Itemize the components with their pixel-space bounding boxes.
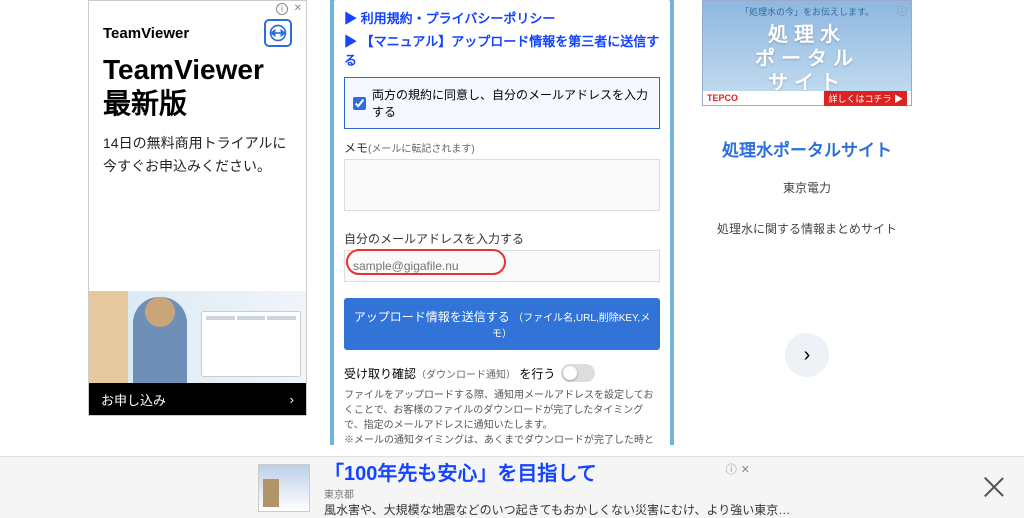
ad-right-column: ⓘ 「処理水の今」をお伝えします。 処理水 ポータル サイト TEPCO 詳しく… <box>702 0 912 416</box>
consent-label: 両方の規約に同意し、自分のメールアドレスを入力する <box>372 86 651 120</box>
ad-dismiss-icon[interactable]: ✕ <box>741 463 750 476</box>
teamviewer-logo-icon <box>264 19 292 47</box>
tepco-logo: TEPCO <box>707 93 738 103</box>
ad-close-icon[interactable]: ✕ <box>294 3 302 14</box>
consent-checkbox[interactable] <box>353 97 366 110</box>
ad-illustration <box>89 291 306 383</box>
consent-checkbox-row[interactable]: 両方の規約に同意し、自分のメールアドレスを入力する <box>344 77 660 129</box>
ad-right-hero[interactable]: ⓘ 「処理水の今」をお伝えします。 処理水 ポータル サイト TEPCO 詳しく… <box>702 0 912 106</box>
teamviewer-brand: TeamViewer <box>103 25 189 42</box>
terms-link[interactable]: ▶ 利用規約・プライバシーポリシー <box>344 8 660 27</box>
submit-upload-info-button[interactable]: アップロード情報を送信する （ファイル名,URL,削除KEY,メモ） <box>344 298 660 350</box>
memo-label: メモ(メールに転記されます) <box>344 139 660 156</box>
fine-print: ファイルをアップロードする際、通知用メールアドレスを設定しておくことで、お客様の… <box>344 388 660 445</box>
hero-more-link[interactable]: 詳しくはコチラ ▶ <box>824 91 907 106</box>
manual-link[interactable]: ▶ 【マニュアル】アップロード情報を第三者に送信する <box>344 31 660 69</box>
ad-bottom-brand: 東京都 <box>324 486 790 501</box>
ad-bottom-headline[interactable]: 「100年先も安心」を目指して <box>324 457 790 486</box>
memo-textarea[interactable] <box>344 159 660 211</box>
chevron-right-icon: › <box>290 392 294 407</box>
ad-info-icon[interactable]: i <box>276 3 288 15</box>
email-input[interactable] <box>344 250 660 282</box>
confirm-label: 受け取り確認（ダウンロード通知） を行う <box>344 365 555 382</box>
ad-bottom-description: 風水害や、大規模な地震などのいつ起きてもおかしくない災害にむけ、より強い東京… <box>324 501 790 518</box>
ad-headline-line1: TeamViewer <box>103 53 292 87</box>
ad-right-title[interactable]: 処理水ポータルサイト <box>722 136 892 161</box>
ad-left-teamviewer: i ✕ TeamViewer TeamViewer 最新版 14日の無料商用トラ… <box>88 0 307 416</box>
upload-form-panel: ▶ 利用規約・プライバシーポリシー ▶ 【マニュアル】アップロード情報を第三者に… <box>330 0 674 445</box>
close-icon[interactable] <box>978 471 1010 503</box>
chevron-right-icon: › <box>804 344 811 367</box>
apply-button[interactable]: お申し込み › <box>89 383 306 415</box>
ad-bottom-thumbnail <box>258 464 310 512</box>
ad-description: 14日の無料商用トライアルに今すぐお申込みください。 <box>89 120 306 177</box>
ad-right-description: 処理水に関する情報まとめサイト <box>717 220 897 237</box>
download-notify-toggle[interactable] <box>561 364 595 382</box>
email-label: 自分のメールアドレスを入力する <box>344 230 660 247</box>
ad-headline-line2: 最新版 <box>103 87 292 121</box>
hero-tagline: 「処理水の今」をお伝えします。 <box>703 5 911 18</box>
hero-main-text: 処理水 ポータル サイト <box>703 23 911 95</box>
ad-next-button[interactable]: › <box>785 333 829 377</box>
ad-info-icon[interactable]: ⓘ <box>726 461 737 477</box>
ad-bottom-banner: 「100年先も安心」を目指して 東京都 風水害や、大規模な地震などのいつ起きても… <box>0 456 1024 518</box>
ad-right-subtitle: 東京電力 <box>783 179 831 196</box>
